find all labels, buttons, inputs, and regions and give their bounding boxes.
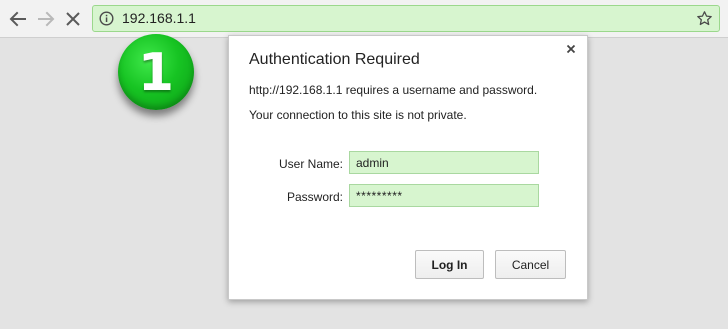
username-label: User Name: xyxy=(278,157,343,171)
stop-loading-button[interactable] xyxy=(61,7,85,31)
star-icon[interactable] xyxy=(696,10,713,27)
arrow-left-icon xyxy=(9,11,26,27)
privacy-warning: Your connection to this site is not priv… xyxy=(249,108,467,122)
auth-dialog: Authentication Required http://192.168.1… xyxy=(228,35,588,300)
info-icon[interactable] xyxy=(99,11,114,26)
username-field[interactable] xyxy=(349,151,539,174)
forward-button[interactable] xyxy=(34,7,58,31)
close-icon xyxy=(66,12,80,26)
password-label: Password: xyxy=(286,190,343,204)
password-field[interactable] xyxy=(349,184,539,207)
back-button[interactable] xyxy=(6,7,30,31)
dialog-message: http://192.168.1.1 requires a username a… xyxy=(249,83,538,97)
close-icon[interactable] xyxy=(564,42,578,56)
address-bar[interactable] xyxy=(92,5,720,32)
arrow-right-icon xyxy=(38,11,55,27)
dialog-title: Authentication Required xyxy=(249,51,420,68)
login-button[interactable]: Log In xyxy=(415,250,484,279)
cancel-button[interactable]: Cancel xyxy=(495,250,566,279)
step-number: 1 xyxy=(137,43,175,103)
address-input[interactable] xyxy=(122,6,682,31)
step-number-badge: 1 xyxy=(118,34,194,110)
browser-toolbar xyxy=(0,0,728,38)
